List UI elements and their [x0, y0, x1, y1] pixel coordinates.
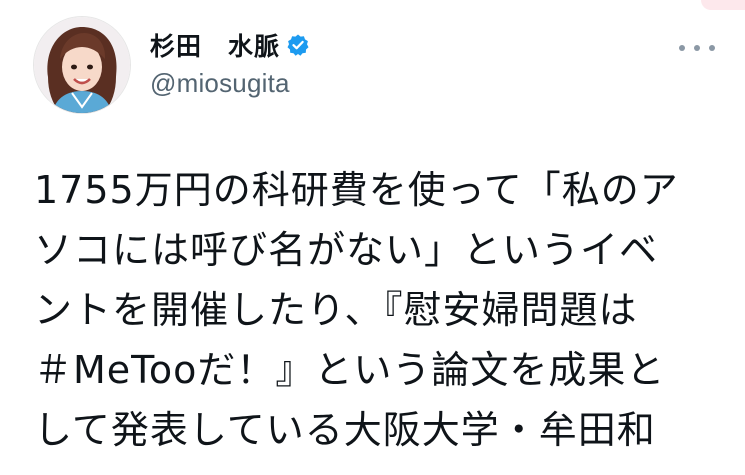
- avatar[interactable]: [33, 16, 131, 114]
- name-row: 杉田 水脈: [150, 28, 310, 62]
- tweet-text: 1755万円の科研費を使って「私のア ソコには呼び名がない」というイベ ントを開…: [34, 160, 734, 460]
- tweet-line: して発表している大阪大学・牟田和: [34, 408, 656, 452]
- avatar-image: [34, 17, 130, 113]
- verified-badge-icon: [286, 33, 310, 57]
- more-options-icon-dot: [694, 45, 700, 51]
- tweet-screenshot: 杉田 水脈 @miosugita 1755万円の科研費を使って「私のア ソコには…: [0, 0, 745, 475]
- more-options-button[interactable]: [679, 38, 715, 58]
- tweet-header: 杉田 水脈 @miosugita: [150, 28, 310, 99]
- user-handle[interactable]: @miosugita: [150, 68, 310, 99]
- more-options-icon: [679, 45, 685, 51]
- tweet-line: 1755万円の科研費を使って「私のア: [34, 168, 679, 212]
- tweet-line: ントを開催したり、『慰安婦問題は: [34, 288, 638, 332]
- corner-tab: [701, 0, 745, 10]
- more-options-icon-dot: [709, 45, 715, 51]
- tweet-line: ＃MeTooだ！』という論文を成果と: [34, 348, 666, 392]
- display-name[interactable]: 杉田 水脈: [150, 27, 280, 63]
- tweet-line: ソコには呼び名がない」というイベ: [34, 228, 659, 272]
